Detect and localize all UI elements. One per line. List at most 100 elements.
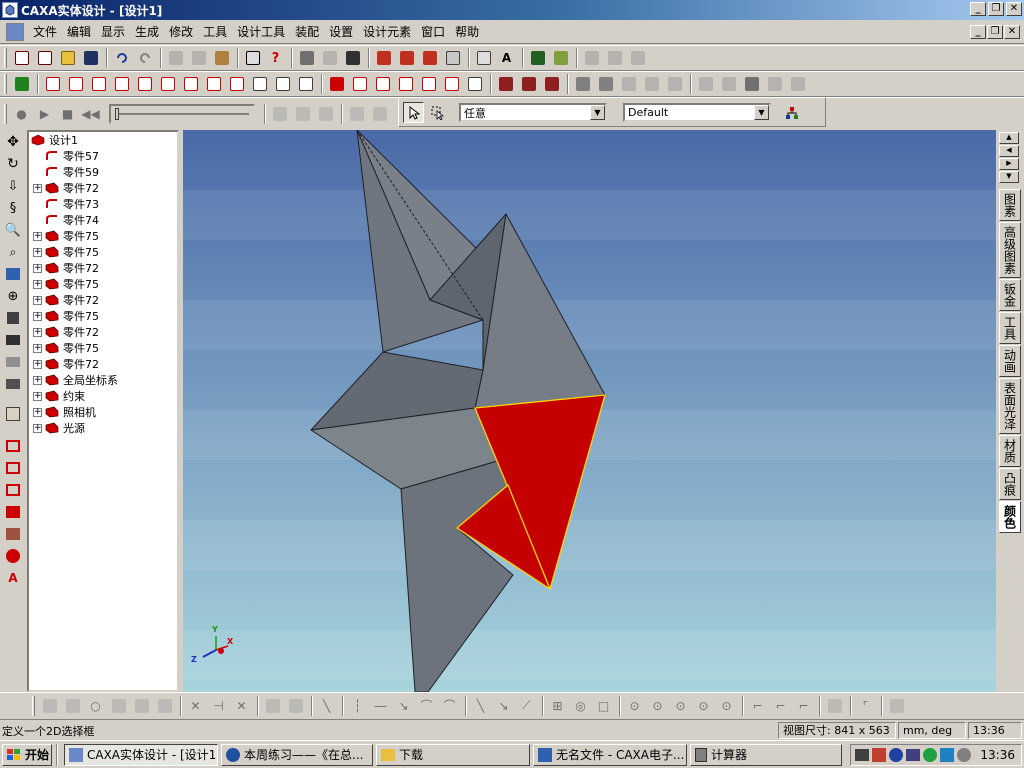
document-icon[interactable]	[6, 22, 24, 41]
sketch-icon[interactable]	[473, 48, 494, 69]
camera-tilt-icon[interactable]	[2, 374, 24, 394]
paste-icon[interactable]	[211, 48, 232, 69]
sketch-line-icon[interactable]	[2, 436, 24, 456]
scroll-top-icon[interactable]: ▲	[999, 132, 1019, 144]
rotate-part-icon[interactable]	[319, 48, 340, 69]
rewind-icon[interactable]: ◀◀	[80, 103, 101, 124]
expand-icon[interactable]: +	[33, 375, 42, 385]
assembly-b-icon[interactable]	[595, 74, 616, 95]
face-edit-icon[interactable]	[42, 74, 63, 95]
tree-item[interactable]: + 零件75	[29, 228, 177, 244]
fit-all-icon[interactable]	[2, 264, 24, 284]
expand-icon[interactable]: +	[33, 343, 42, 353]
camera-icon[interactable]	[2, 330, 24, 350]
fillet-a-icon[interactable]: ⌐	[747, 695, 768, 716]
task-calculator[interactable]: 计算器	[690, 743, 842, 766]
new-drawing-icon[interactable]	[34, 48, 55, 69]
circle-tool-icon[interactable]: ○	[85, 695, 106, 716]
scale-icon[interactable]	[249, 74, 270, 95]
anim-e-icon[interactable]	[369, 103, 390, 124]
view-d-icon[interactable]	[764, 74, 785, 95]
poly-a-icon[interactable]: ⊞	[547, 695, 568, 716]
text-icon[interactable]: A	[496, 48, 517, 69]
move-icon[interactable]	[296, 48, 317, 69]
tab-1[interactable]: 高级图素	[999, 222, 1021, 278]
task-caxa-electronic[interactable]: 无名文件 - CAXA电子...	[533, 743, 687, 766]
sweep-icon[interactable]	[419, 48, 440, 69]
tray-keyboard-icon[interactable]	[855, 748, 870, 761]
offset-tool-icon[interactable]	[824, 695, 845, 716]
menu-design-elements[interactable]: 设计元素	[358, 22, 416, 42]
tree-item[interactable]: 零件57	[29, 148, 177, 164]
tree-item[interactable]: + 零件72	[29, 260, 177, 276]
finish-sketch-icon[interactable]	[886, 695, 907, 716]
assembly-a-icon[interactable]	[572, 74, 593, 95]
tree-item[interactable]: + 零件75	[29, 340, 177, 356]
3d-viewport[interactable]: Y X Z	[183, 130, 996, 692]
menu-tools[interactable]: 工具	[198, 22, 232, 42]
task-weekly-practice[interactable]: 本周练习——《在总...	[221, 743, 373, 766]
render-icon[interactable]	[342, 48, 363, 69]
pan-icon[interactable]: ✥	[2, 132, 24, 152]
tab-3[interactable]: 工具	[999, 312, 1021, 344]
start-button[interactable]: 开始	[2, 743, 52, 766]
circle-d-icon[interactable]: ⊙	[693, 695, 714, 716]
menu-generate[interactable]: 生成	[130, 22, 164, 42]
sketch-text-icon[interactable]: A	[2, 568, 24, 588]
split-icon[interactable]	[180, 74, 201, 95]
tray-chat-icon[interactable]	[940, 747, 955, 762]
dropdown-arrow-icon[interactable]: ▼	[754, 105, 769, 120]
sketch-circle-icon[interactable]	[2, 546, 24, 566]
constraint-a-icon[interactable]	[262, 695, 283, 716]
expand-icon[interactable]: +	[33, 327, 42, 337]
tree-item[interactable]: + 零件72	[29, 292, 177, 308]
assembly-e-icon[interactable]	[664, 74, 685, 95]
solid-a-icon[interactable]	[495, 74, 516, 95]
project-icon[interactable]	[418, 74, 439, 95]
corner-icon[interactable]: ⌜	[855, 695, 876, 716]
cut-icon[interactable]	[165, 48, 186, 69]
expand-icon[interactable]: +	[33, 231, 42, 241]
expand-icon[interactable]: +	[33, 263, 42, 273]
tab-4[interactable]: 动画	[999, 345, 1021, 377]
trim-tool-icon[interactable]	[131, 695, 152, 716]
anim-c-icon[interactable]	[315, 103, 336, 124]
sketch-surface-icon[interactable]	[2, 502, 24, 522]
line-c-icon[interactable]: ⟋	[516, 695, 537, 716]
scheme-dropdown[interactable]: Default ▼	[623, 103, 771, 122]
open-icon[interactable]	[57, 48, 78, 69]
design-tree[interactable]: 设计1 零件57 零件59 + 零件72 零件73 零件74 + 零件75 + 零件75 + 零件72…	[27, 130, 179, 692]
pattern-icon[interactable]	[226, 74, 247, 95]
menu-modify[interactable]: 修改	[164, 22, 198, 42]
loft-icon[interactable]	[442, 48, 463, 69]
task-downloads[interactable]: 下载	[376, 743, 530, 766]
menu-settings[interactable]: 设置	[324, 22, 358, 42]
measure-icon[interactable]	[527, 48, 548, 69]
task-caxa-design[interactable]: CAXA实体设计 - [设计1]	[64, 743, 218, 766]
zoom-icon[interactable]: 🔍	[2, 220, 24, 240]
sketch-box-icon[interactable]	[2, 480, 24, 500]
poly-b-icon[interactable]: ◎	[570, 695, 591, 716]
camera-dim-icon[interactable]	[2, 352, 24, 372]
select-arrow-icon[interactable]	[11, 74, 32, 95]
close-button[interactable]: ✕	[1006, 2, 1022, 16]
shell-icon[interactable]	[88, 74, 109, 95]
tree-item[interactable]: + 零件75	[29, 308, 177, 324]
box-select-icon[interactable]	[427, 102, 448, 123]
expand-icon[interactable]: +	[33, 183, 42, 193]
assembly-c-icon[interactable]	[618, 74, 639, 95]
stack-tool-icon[interactable]	[154, 695, 175, 716]
curve-icon[interactable]	[326, 74, 347, 95]
offset-icon[interactable]	[395, 74, 416, 95]
scroll-bottom-icon[interactable]: ▼	[999, 171, 1019, 183]
anim-a-icon[interactable]	[269, 103, 290, 124]
expand-icon[interactable]: +	[33, 279, 42, 289]
doc-minimize-button[interactable]: _	[970, 25, 986, 39]
view-a-icon[interactable]	[695, 74, 716, 95]
hline-icon[interactable]: ―	[370, 695, 391, 716]
tray-app-icon[interactable]	[872, 747, 887, 762]
tree-item[interactable]: + 照相机	[29, 404, 177, 420]
spline-tool-icon[interactable]	[108, 695, 129, 716]
dynamic-rotate-icon[interactable]: §	[2, 198, 24, 218]
stop-icon[interactable]: ■	[57, 103, 78, 124]
